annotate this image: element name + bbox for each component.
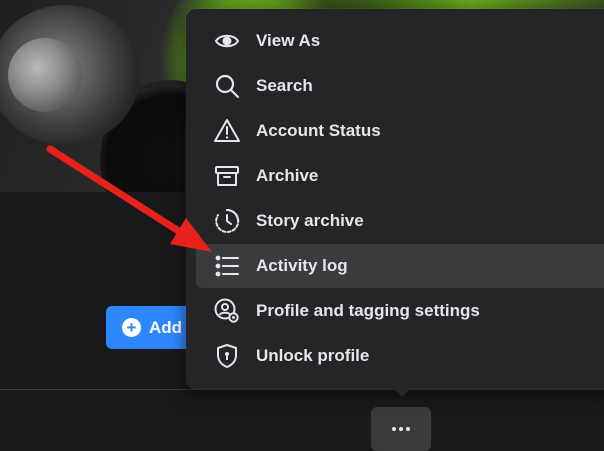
warning-icon xyxy=(212,116,242,146)
menu-item-label: Search xyxy=(256,76,313,95)
profile-divider xyxy=(0,389,604,390)
story-archive-icon xyxy=(212,206,242,236)
menu-item-archive[interactable]: Archive xyxy=(196,154,604,198)
list-icon xyxy=(212,251,242,281)
menu-pointer xyxy=(393,388,411,397)
profile-options-menu: View As Search Account Status Archive St… xyxy=(186,9,604,389)
menu-item-unlock-profile[interactable]: Unlock profile xyxy=(196,334,604,378)
menu-item-label: Account Status xyxy=(256,121,381,140)
more-dots-icon xyxy=(392,427,410,431)
cover-photo-engine-cap xyxy=(8,38,82,112)
menu-item-label: View As xyxy=(256,31,321,50)
more-options-button[interactable] xyxy=(371,407,431,451)
menu-item-label: Unlock profile xyxy=(256,346,370,365)
menu-item-profile-tagging-settings[interactable]: Profile and tagging settings xyxy=(196,289,604,333)
menu-item-label: Profile and tagging settings xyxy=(256,301,480,320)
menu-item-search[interactable]: Search xyxy=(196,64,604,108)
shield-lock-icon xyxy=(212,341,242,371)
menu-item-activity-log[interactable]: Activity log xyxy=(196,244,604,288)
search-icon xyxy=(212,71,242,101)
archive-icon xyxy=(212,161,242,191)
menu-item-label: Archive xyxy=(256,166,319,185)
plus-circle-icon: + xyxy=(122,318,141,337)
eye-icon xyxy=(212,26,242,56)
menu-item-view-as[interactable]: View As xyxy=(196,19,604,63)
menu-item-label: Activity log xyxy=(256,256,348,275)
add-button-label: Add xyxy=(149,317,183,337)
menu-item-account-status[interactable]: Account Status xyxy=(196,109,604,153)
profile-settings-icon xyxy=(212,296,242,326)
menu-item-story-archive[interactable]: Story archive xyxy=(196,199,604,243)
menu-item-label: Story archive xyxy=(256,211,364,230)
